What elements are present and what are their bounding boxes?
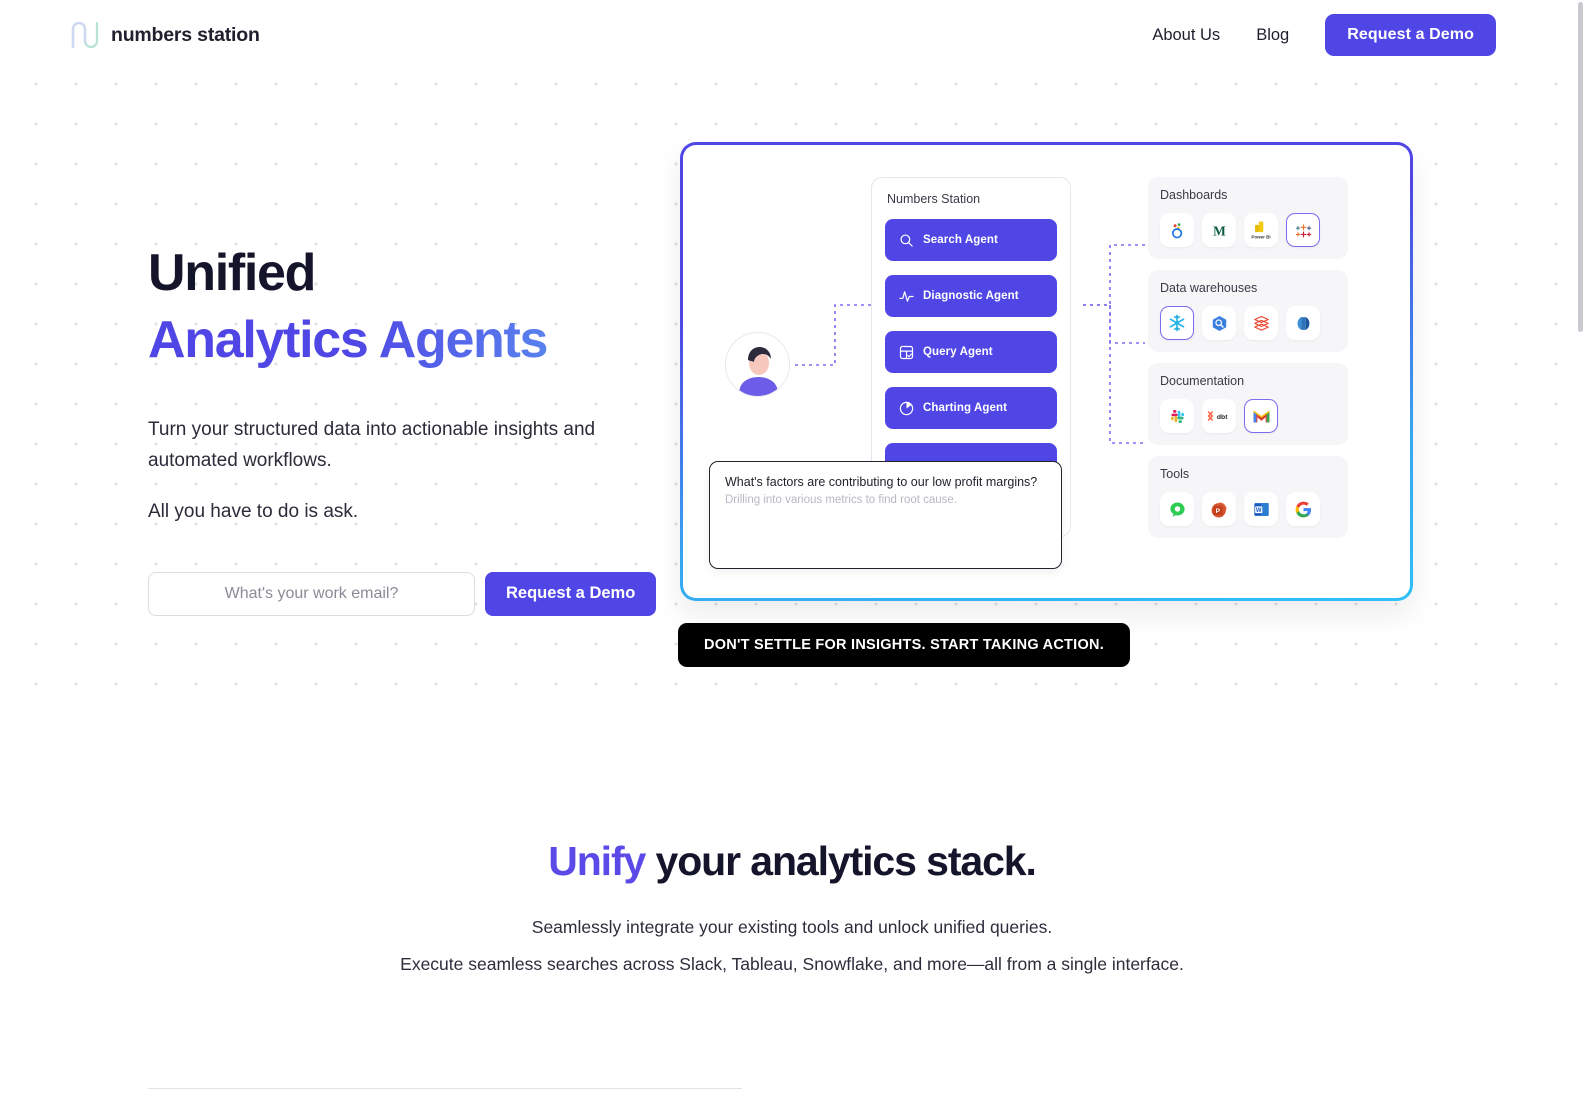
svg-text:dbt: dbt [1217,414,1228,421]
group-tools: Tools P W [1148,456,1348,538]
group-title: Data warehouses [1160,281,1258,295]
group-title: Dashboards [1160,188,1228,202]
section-divider [148,1088,742,1089]
group-title: Documentation [1160,374,1245,388]
powerpoint-icon[interactable]: P [1202,492,1236,526]
agent-card-diagnostic[interactable]: Diagnostic Agent [885,275,1057,317]
svg-text:M: M [1213,223,1226,238]
search-icon [900,233,913,247]
agent-card-charting[interactable]: Charting Agent [885,387,1057,429]
group-dashboards: Dashboards M Power BI [1148,177,1348,259]
hero-subtitle: Turn your structured data into actionabl… [148,418,596,472]
svg-text:P: P [1215,508,1220,515]
grid-check-icon [899,345,914,359]
group-data-warehouses: Data warehouses [1148,270,1348,352]
gmail-icon[interactable] [1244,399,1278,433]
unify-paragraph-2: Execute seamless searches across Slack, … [400,954,1184,974]
agent-label: Charting Agent [923,402,1008,414]
dbt-icon[interactable]: dbt [1202,399,1236,433]
user-avatar [725,332,790,397]
nav-item-about-us[interactable]: About Us [1152,26,1220,45]
bigquery-icon[interactable] [1202,306,1236,340]
brand-name: numbers station [111,23,260,46]
work-email-input[interactable] [148,571,475,616]
tableau-icon[interactable] [1286,213,1320,247]
agent-card-search[interactable]: Search Agent [885,219,1057,261]
email-signup-form: Request a Demo [148,571,708,616]
agent-label: Query Agent [923,346,993,358]
main-nav: About Us Blog Request a Demo [1152,14,1496,56]
unify-heading-rest: your analytics stack. [645,838,1037,884]
icon-row: M Power BI [1160,213,1336,247]
unify-heading: Unify your analytics stack. [0,838,1584,885]
snowflake-icon[interactable] [1160,306,1194,340]
numbers-station-mark-icon [70,21,100,49]
unify-paragraph-1: Seamlessly integrate your existing tools… [531,917,1053,937]
looker-icon[interactable] [1160,213,1194,247]
icon-row: dbt [1160,399,1336,433]
integration-groups: Dashboards M Power BI Data warehouses Do… [1148,177,1348,549]
google-icon[interactable] [1286,492,1320,526]
pie-chart-icon [899,401,914,415]
diagram-gradient-border: Numbers Station Search Agent Diagnostic … [680,142,1413,601]
unify-heading-accent: Unify [548,838,646,884]
group-documentation: Documentation dbt [1148,363,1348,445]
header-request-demo-button[interactable]: Request a Demo [1325,14,1496,56]
product-diagram: Numbers Station Search Agent Diagnostic … [680,142,1413,601]
diagram-canvas: Numbers Station Search Agent Diagnostic … [683,145,1410,598]
nav-item-blog[interactable]: Blog [1256,26,1289,45]
hero-copy: Unified Analytics Agents Turn your struc… [148,243,708,616]
unify-section: Unify your analytics stack. Seamlessly i… [0,838,1584,975]
icon-row: P W [1160,492,1336,526]
hero-subtitle-secondary: All you have to do is ask. [148,501,359,523]
agent-card-query[interactable]: Query Agent [885,331,1057,373]
brand-logo[interactable]: numbers station [70,21,260,49]
tagline-banner: DON'T SETTLE FOR INSIGHTS. START TAKING … [678,623,1130,667]
group-title: Tools [1160,467,1190,481]
query-input-overlay[interactable]: What's factors are contributing to our l… [709,461,1062,569]
slack-icon[interactable] [1160,399,1194,433]
query-status-text: Drilling into various metrics to find ro… [725,494,958,506]
site-header: numbers station About Us Blog Request a … [0,0,1584,70]
svg-text:Power BI: Power BI [1251,234,1270,239]
agent-label: Diagnostic Agent [923,290,1019,302]
svg-text:W: W [1255,507,1261,513]
hero-title-line-2: Analytics Agents [148,310,708,371]
wecom-icon[interactable] [1160,492,1194,526]
icon-row [1160,306,1336,340]
redshift-icon[interactable] [1286,306,1320,340]
word-icon[interactable]: W [1244,492,1278,526]
agent-label: Search Agent [923,234,998,246]
metabase-icon[interactable]: M [1202,213,1236,247]
hero-request-demo-button[interactable]: Request a Demo [485,571,657,616]
agent-panel-title: Numbers Station [887,192,981,206]
query-question-text: What's factors are contributing to our l… [725,475,1038,489]
hero-title-line-1: Unified [148,244,316,302]
databricks-icon[interactable] [1244,306,1278,340]
pulse-icon [899,290,914,302]
power-bi-icon[interactable]: Power BI [1244,213,1278,247]
